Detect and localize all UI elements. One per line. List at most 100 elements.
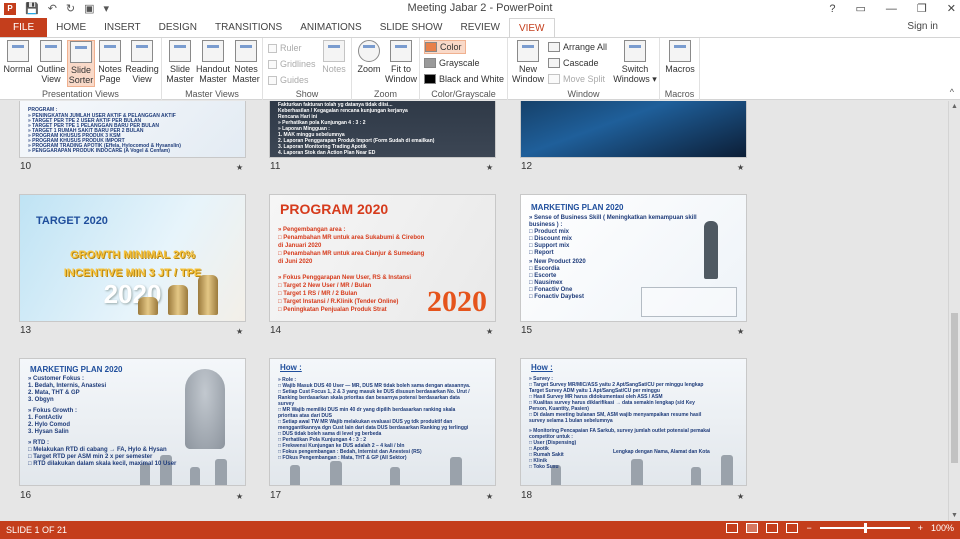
- black-white-swatch-icon: [424, 74, 436, 84]
- slide-number: 15: [521, 325, 533, 336]
- title-bar: P 💾 ↶ ↻ ▣ ▾ Meeting Jabar 2 - PowerPoint…: [0, 0, 960, 18]
- scrollbar-thumb[interactable]: [951, 313, 958, 463]
- chess-piece: [215, 459, 227, 485]
- notes-page-icon: [99, 40, 121, 62]
- slide-show-icon[interactable]: [786, 523, 799, 533]
- normal-view-icon[interactable]: [726, 523, 739, 533]
- slide-number: 13: [20, 325, 32, 336]
- slide-thumbnail-10[interactable]: PROGRAM : » PENINGKATAN JUMLAH USER AKTI…: [19, 101, 246, 158]
- slide-thumbnail-18[interactable]: How : » Survey : □ Target Survey MR/MIC/…: [520, 358, 747, 486]
- zoom-level[interactable]: 100%: [931, 523, 954, 533]
- transition-star-icon[interactable]: ★: [486, 327, 493, 336]
- reading-view-button[interactable]: Reading View: [124, 40, 160, 84]
- fit-to-window-icon: [390, 40, 412, 62]
- grayscale-swatch-icon: [424, 58, 436, 68]
- slide-number: 16: [20, 490, 32, 501]
- fit-to-window-button[interactable]: Fit to Window: [384, 40, 418, 84]
- cascade-button[interactable]: Cascade: [548, 56, 599, 70]
- slide-thumbnail-17[interactable]: How : » Role : □ Wajib Masuk DUS 40 User…: [269, 358, 496, 486]
- slide-master-button[interactable]: Slide Master: [164, 40, 196, 84]
- coin-stack: [198, 275, 218, 315]
- notes-page-button[interactable]: Notes Page: [96, 40, 124, 84]
- macros-button[interactable]: Macros: [663, 40, 697, 74]
- group-label: Presentation Views: [42, 89, 119, 99]
- slide-number: 14: [270, 325, 282, 336]
- outline-view-button[interactable]: Outline View: [35, 40, 67, 84]
- chess-piece: [190, 467, 200, 485]
- tab-file[interactable]: FILE: [0, 18, 48, 37]
- group-label: Show: [295, 89, 319, 99]
- slide-sorter-icon[interactable]: [746, 523, 759, 533]
- ribbon-tabs: FILE HOME INSERT DESIGN TRANSITIONS ANIM…: [0, 18, 960, 37]
- color-button[interactable]: Color: [424, 40, 466, 54]
- notes-button[interactable]: Notes: [319, 40, 349, 74]
- tab-animations[interactable]: ANIMATIONS: [291, 18, 370, 37]
- coin-stack: [138, 297, 158, 315]
- slide-number: 11: [270, 161, 281, 172]
- coin-stack: [168, 285, 188, 315]
- slide-thumbnail-11[interactable]: Fakturkan fakturan tolah yg datanya tida…: [269, 101, 496, 158]
- slide-thumbnail-14[interactable]: 2020 PROGRAM 2020 » Pengembangan area : …: [269, 194, 496, 322]
- group-color-grayscale: Color Grayscale Black and White Color/Gr…: [420, 38, 508, 100]
- restore-icon[interactable]: ❐: [917, 0, 927, 18]
- notes-master-button[interactable]: Notes Master: [230, 40, 262, 84]
- tab-slide-show[interactable]: SLIDE SHOW: [371, 18, 452, 37]
- new-window-button[interactable]: New Window: [510, 40, 546, 84]
- grayscale-button[interactable]: Grayscale: [424, 56, 480, 70]
- zoom-slider[interactable]: [819, 523, 910, 533]
- reading-view-icon[interactable]: [766, 523, 779, 533]
- cascade-icon: [548, 58, 560, 68]
- transition-star-icon[interactable]: ★: [236, 163, 243, 172]
- sign-in-link[interactable]: Sign in: [907, 21, 938, 32]
- help-icon[interactable]: ?: [829, 0, 835, 18]
- slide-thumbnail-16[interactable]: MARKETING PLAN 2020 » Customer Fokus : 1…: [19, 358, 246, 486]
- slide-counter: SLIDE 1 OF 21: [6, 525, 68, 535]
- transition-star-icon[interactable]: ★: [236, 492, 243, 501]
- ribbon-display-icon[interactable]: ▭: [856, 0, 866, 18]
- slide-thumbnail-15[interactable]: MARKETING PLAN 2020 » Sense of Business …: [520, 194, 747, 322]
- black-and-white-button[interactable]: Black and White: [424, 72, 504, 86]
- tab-transitions[interactable]: TRANSITIONS: [206, 18, 291, 37]
- slide-thumbnail-12[interactable]: [520, 101, 747, 158]
- zoom-button[interactable]: Zoom: [355, 40, 383, 74]
- transition-star-icon[interactable]: ★: [737, 327, 744, 336]
- tab-review[interactable]: REVIEW: [451, 18, 508, 37]
- move-split-icon: [548, 74, 560, 84]
- callout-text: Lengkap dengan Nama, Alamat dan Kota: [613, 449, 710, 455]
- gridlines-checkbox[interactable]: Gridlines: [268, 57, 316, 71]
- zoom-out-icon[interactable]: −: [806, 523, 811, 533]
- transition-star-icon[interactable]: ★: [737, 492, 744, 501]
- guides-checkbox[interactable]: Guides: [268, 73, 309, 87]
- checkbox-icon: [268, 43, 277, 53]
- tab-design[interactable]: DESIGN: [150, 18, 206, 37]
- scroll-down-icon[interactable]: ▼: [951, 512, 958, 519]
- slide-thumbnail-13[interactable]: TARGET 2020 GROWTH MINIMAL 20% INCENTIVE…: [19, 194, 246, 322]
- chess-piece: [160, 455, 172, 485]
- tab-insert[interactable]: INSERT: [95, 18, 150, 37]
- group-label: Color/Grayscale: [431, 89, 496, 99]
- transition-star-icon[interactable]: ★: [236, 327, 243, 336]
- status-bar: SLIDE 1 OF 21 − + 100%: [0, 521, 960, 539]
- normal-view-button[interactable]: Normal: [2, 40, 34, 74]
- tab-home[interactable]: HOME: [47, 18, 95, 37]
- ruler-checkbox[interactable]: Ruler: [268, 41, 302, 55]
- scroll-up-icon[interactable]: ▲: [951, 103, 958, 110]
- minimize-icon[interactable]: —: [886, 0, 897, 18]
- slide-sorter-button[interactable]: Slide Sorter: [67, 40, 95, 87]
- handout-master-button[interactable]: Handout Master: [196, 40, 230, 84]
- transition-star-icon[interactable]: ★: [737, 163, 744, 172]
- close-icon[interactable]: ✕: [947, 0, 956, 18]
- businessman-figure: [704, 221, 718, 279]
- vertical-scrollbar[interactable]: ▲ ▼: [948, 101, 960, 521]
- transition-star-icon[interactable]: ★: [486, 163, 493, 172]
- normal-view-icon: [7, 40, 29, 62]
- group-zoom: Zoom Fit to Window Zoom: [352, 38, 420, 100]
- slide-number: 18: [521, 490, 533, 501]
- collapse-ribbon-icon[interactable]: ^: [950, 87, 954, 97]
- transition-star-icon[interactable]: ★: [486, 492, 493, 501]
- arrange-all-button[interactable]: Arrange All: [548, 40, 607, 54]
- move-split-button[interactable]: Move Split: [548, 72, 605, 86]
- switch-windows-button[interactable]: Switch Windows ▾: [612, 40, 658, 84]
- tab-view[interactable]: VIEW: [508, 18, 555, 37]
- zoom-in-icon[interactable]: +: [918, 523, 923, 533]
